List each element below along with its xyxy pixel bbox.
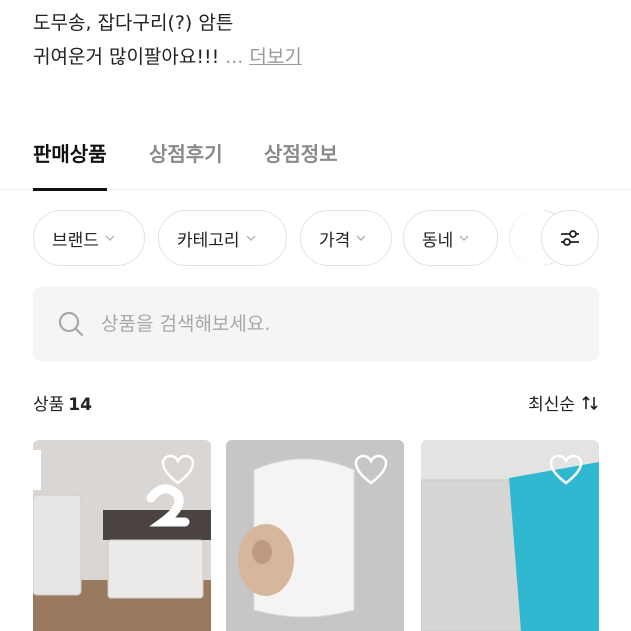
- tab-reviews[interactable]: 상점후기: [149, 138, 223, 190]
- chevron-down-icon: [105, 235, 115, 242]
- sort-label: 최신순: [528, 395, 575, 415]
- product-card[interactable]: [33, 440, 211, 631]
- heart-outline-icon[interactable]: [354, 454, 388, 486]
- filter-fade: [500, 210, 544, 266]
- filter-chip-category[interactable]: 카테고리: [158, 210, 287, 266]
- description-line-2-text: 귀여운거 많이팔아요!!!: [33, 46, 220, 68]
- description-line-1: 도무송, 잡다구리(?) 암튼: [33, 12, 234, 34]
- tab-products[interactable]: 판매상품: [33, 138, 107, 191]
- description-line-2: 귀여운거 많이팔아요!!!... 더보기: [33, 40, 302, 74]
- heart-outline-icon[interactable]: [549, 454, 583, 486]
- shop-tabs: 판매상품 상점후기 상점정보: [0, 138, 631, 191]
- filter-chip-neighborhood[interactable]: 동네: [403, 210, 498, 266]
- filter-chip-label: 카테고리: [177, 230, 240, 251]
- product-count-label: 상품: [33, 395, 65, 415]
- search-input[interactable]: [101, 313, 561, 335]
- filter-chip-price[interactable]: 가격: [300, 210, 392, 266]
- product-list-header: 상품 14 최신순: [33, 388, 599, 418]
- shop-description: 도무송, 잡다구리(?) 암튼 귀여운거 많이팔아요!!!... 더보기: [33, 6, 302, 74]
- heart-outline-icon[interactable]: [161, 454, 195, 486]
- filter-settings-button[interactable]: [541, 210, 599, 266]
- product-count: 상품 14: [33, 390, 92, 415]
- filter-chip-brand[interactable]: 브랜드: [33, 210, 145, 266]
- more-link[interactable]: 더보기: [249, 46, 301, 68]
- chevron-down-icon: [246, 235, 256, 242]
- chevron-down-icon: [459, 235, 469, 242]
- product-count-number: 14: [68, 395, 92, 415]
- filter-sliders-icon: [561, 230, 579, 246]
- filter-chip-label: 동네: [422, 230, 454, 251]
- tab-shop-info[interactable]: 상점정보: [264, 138, 338, 190]
- sort-button[interactable]: 최신순: [528, 390, 599, 415]
- sort-arrows-icon: [582, 395, 598, 410]
- chevron-down-icon: [356, 235, 366, 242]
- search-icon: [58, 311, 84, 337]
- description-ellipsis: ...: [225, 46, 244, 68]
- product-card[interactable]: [226, 440, 404, 631]
- product-card[interactable]: [421, 440, 599, 631]
- filter-chip-label: 브랜드: [52, 230, 99, 251]
- filter-chip-label: 가격: [319, 230, 351, 251]
- product-search: [33, 286, 599, 362]
